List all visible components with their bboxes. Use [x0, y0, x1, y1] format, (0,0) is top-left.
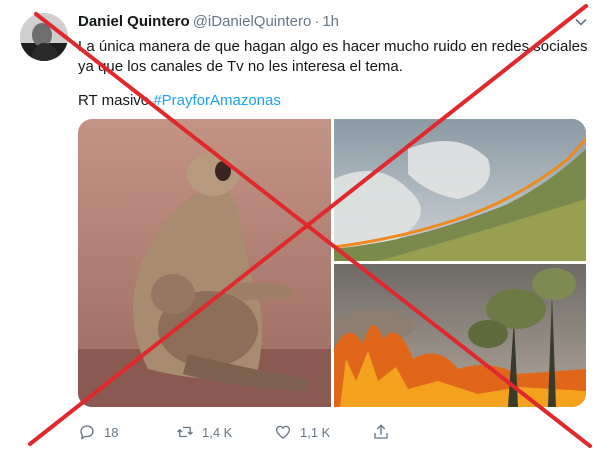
- tweet-card[interactable]: Daniel Quintero @iDanielQuintero · 1h La ún…: [0, 0, 598, 450]
- reply-count: 18: [104, 424, 119, 440]
- media-image-primates[interactable]: [78, 119, 331, 407]
- separator-dot: ·: [314, 13, 320, 30]
- tweet-rt-line: RT masivo #PrayforAmazonas: [78, 91, 588, 111]
- like-button[interactable]: 1,1 K: [274, 420, 330, 444]
- hashtag-link[interactable]: #PrayforAmazonas: [153, 92, 281, 109]
- user-handle[interactable]: @iDanielQuintero: [193, 13, 312, 30]
- tweet-text-line-1: La única manera de que hagan algo es hac…: [78, 38, 588, 55]
- tweet-text-line-2: ya que los canales de Tv no les interesa…: [78, 58, 403, 75]
- media-grid: [78, 119, 586, 407]
- like-count: 1,1 K: [300, 424, 331, 440]
- retweet-button[interactable]: 1,4 K: [176, 420, 232, 444]
- media-image-forest-fire[interactable]: [334, 264, 586, 407]
- chevron-down-icon[interactable]: [574, 15, 588, 29]
- tweet-text: La única manera de que hagan algo es hac…: [78, 37, 588, 111]
- media-image-aerial-smoke[interactable]: [333, 119, 586, 261]
- tweet-header: Daniel Quintero @iDanielQuintero · 1h: [78, 13, 339, 30]
- heart-icon: [275, 425, 291, 439]
- reply-icon: [80, 425, 94, 440]
- share-button[interactable]: [372, 420, 390, 444]
- display-name[interactable]: Daniel Quintero: [78, 13, 190, 30]
- avatar[interactable]: [20, 13, 68, 61]
- reply-button[interactable]: 18: [78, 420, 118, 444]
- rt-prefix: RT masivo: [78, 92, 154, 109]
- share-icon: [374, 424, 388, 439]
- tweet-actions: 18 1,4 K 1,1 K: [78, 420, 498, 444]
- retweet-icon: [177, 426, 193, 438]
- retweet-count: 1,4 K: [202, 424, 233, 440]
- timestamp[interactable]: 1h: [322, 13, 339, 30]
